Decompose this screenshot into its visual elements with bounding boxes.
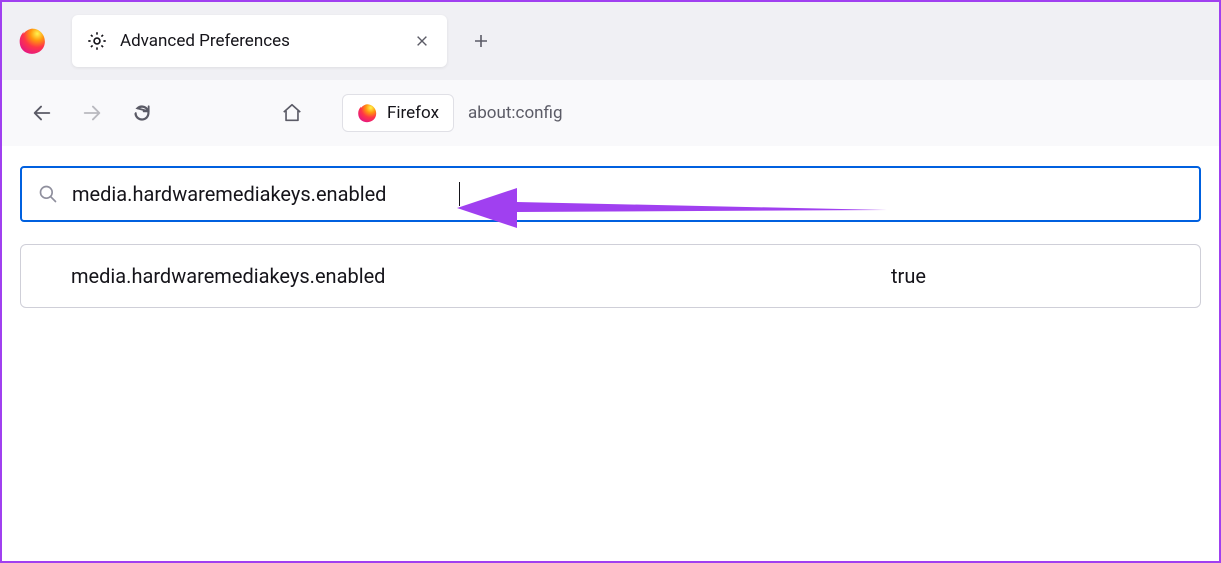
text-cursor bbox=[459, 182, 460, 206]
new-tab-button[interactable] bbox=[461, 21, 501, 61]
page-content: media.hardwaremediakeys.enabled true bbox=[2, 146, 1219, 326]
url-bar[interactable]: Firefox about:config bbox=[342, 94, 577, 132]
pref-search-box[interactable] bbox=[20, 166, 1201, 222]
tab-title: Advanced Preferences bbox=[120, 31, 399, 51]
browser-tab[interactable]: Advanced Preferences bbox=[72, 15, 447, 67]
reload-button[interactable] bbox=[122, 93, 162, 133]
firefox-app-icon bbox=[12, 21, 52, 61]
pref-name: media.hardwaremediakeys.enabled bbox=[71, 264, 891, 288]
identity-box[interactable]: Firefox bbox=[342, 94, 454, 132]
home-button[interactable] bbox=[272, 93, 312, 133]
nav-toolbar: Firefox about:config bbox=[2, 80, 1219, 146]
search-icon bbox=[38, 184, 58, 204]
close-icon[interactable] bbox=[411, 30, 433, 52]
identity-label: Firefox bbox=[387, 103, 439, 123]
url-text: about:config bbox=[454, 103, 577, 123]
forward-button[interactable] bbox=[72, 93, 112, 133]
firefox-brand-icon bbox=[357, 103, 377, 123]
pref-search-input[interactable] bbox=[72, 182, 472, 206]
pref-row[interactable]: media.hardwaremediakeys.enabled true bbox=[20, 244, 1201, 308]
tab-strip: Advanced Preferences bbox=[2, 2, 1219, 80]
back-button[interactable] bbox=[22, 93, 62, 133]
pref-value: true bbox=[891, 264, 926, 288]
gear-icon bbox=[86, 30, 108, 52]
